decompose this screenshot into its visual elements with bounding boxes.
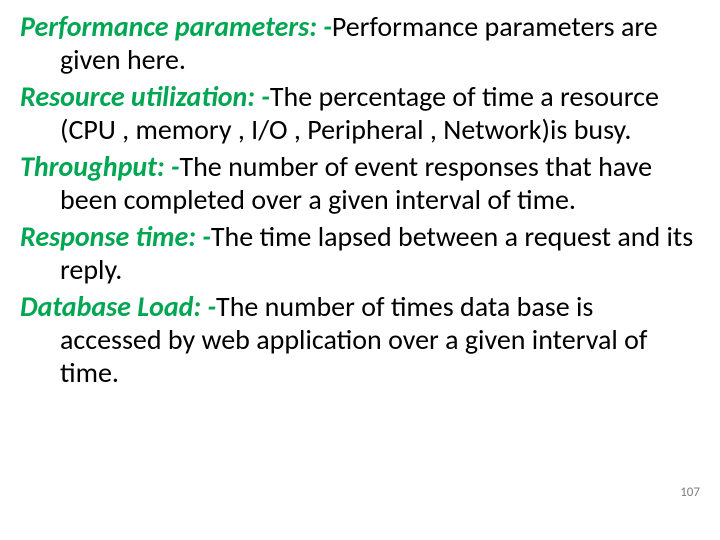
content-block: Performance parameters: -Performance par… — [20, 10, 700, 389]
slide: Performance parameters: -Performance par… — [0, 0, 720, 540]
definition-item: Throughput: -The number of event respons… — [20, 150, 700, 216]
definition-item: Database Load: -The number of times data… — [20, 290, 700, 389]
term-label: Database Load: - — [20, 289, 216, 324]
term-label: Response time: - — [20, 219, 211, 254]
definition-item: Performance parameters: -Performance par… — [20, 10, 700, 76]
definition-item: Response time: -The time lapsed between … — [20, 220, 700, 286]
definition-item: Resource utilization: -The percentage of… — [20, 80, 700, 146]
page-number: 107 — [680, 485, 700, 500]
term-label: Throughput: - — [20, 149, 179, 184]
term-label: Resource utilization: - — [20, 79, 270, 114]
term-label: Performance parameters: - — [20, 9, 332, 44]
